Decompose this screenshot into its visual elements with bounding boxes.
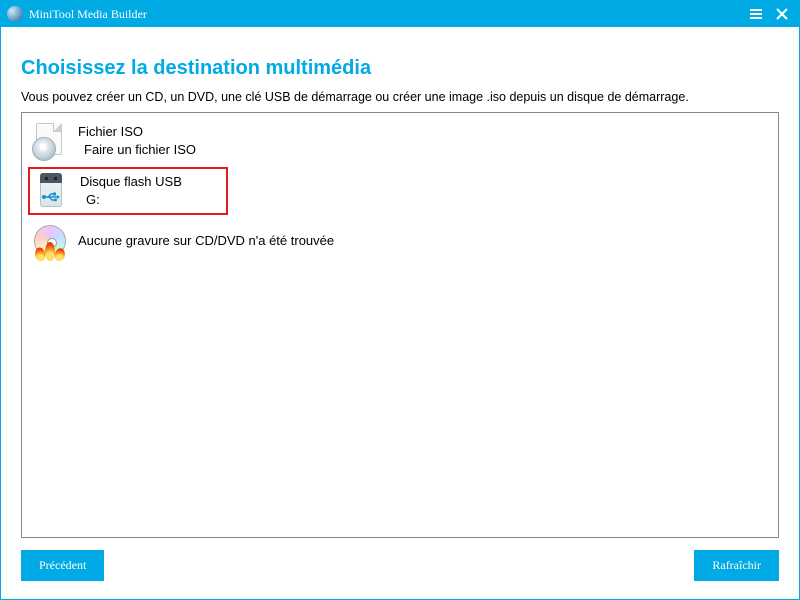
content-area: Choisissez la destination multimédia Vou… [1,27,799,599]
option-usb[interactable]: Disque flash USB G: [28,167,228,215]
option-usb-title: Disque flash USB [80,173,182,191]
footer-buttons: Précédent Rafraîchir [21,538,779,581]
page-title: Choisissez la destination multimédia [21,57,779,80]
back-button[interactable]: Précédent [21,550,104,581]
cd-burn-icon [32,223,68,259]
menu-icon[interactable] [749,7,763,21]
option-iso-sub: Faire un fichier ISO [78,141,196,159]
option-iso[interactable]: Fichier ISO Faire un fichier ISO [28,119,772,163]
option-usb-sub: G: [80,191,182,209]
close-icon[interactable] [775,7,789,21]
refresh-button[interactable]: Rafraîchir [694,550,779,581]
window-title: MiniTool Media Builder [29,7,749,22]
usb-drive-icon [34,173,70,209]
option-cd[interactable]: Aucune gravure sur CD/DVD n'a été trouvé… [28,219,772,263]
titlebar: MiniTool Media Builder [1,1,799,27]
page-subtitle: Vous pouvez créer un CD, un DVD, une clé… [21,90,779,104]
option-iso-title: Fichier ISO [78,123,196,141]
iso-file-icon [32,123,68,159]
app-icon [7,6,23,22]
destination-list: Fichier ISO Faire un fichier ISO [21,112,779,538]
option-cd-title: Aucune gravure sur CD/DVD n'a été trouvé… [78,232,334,250]
